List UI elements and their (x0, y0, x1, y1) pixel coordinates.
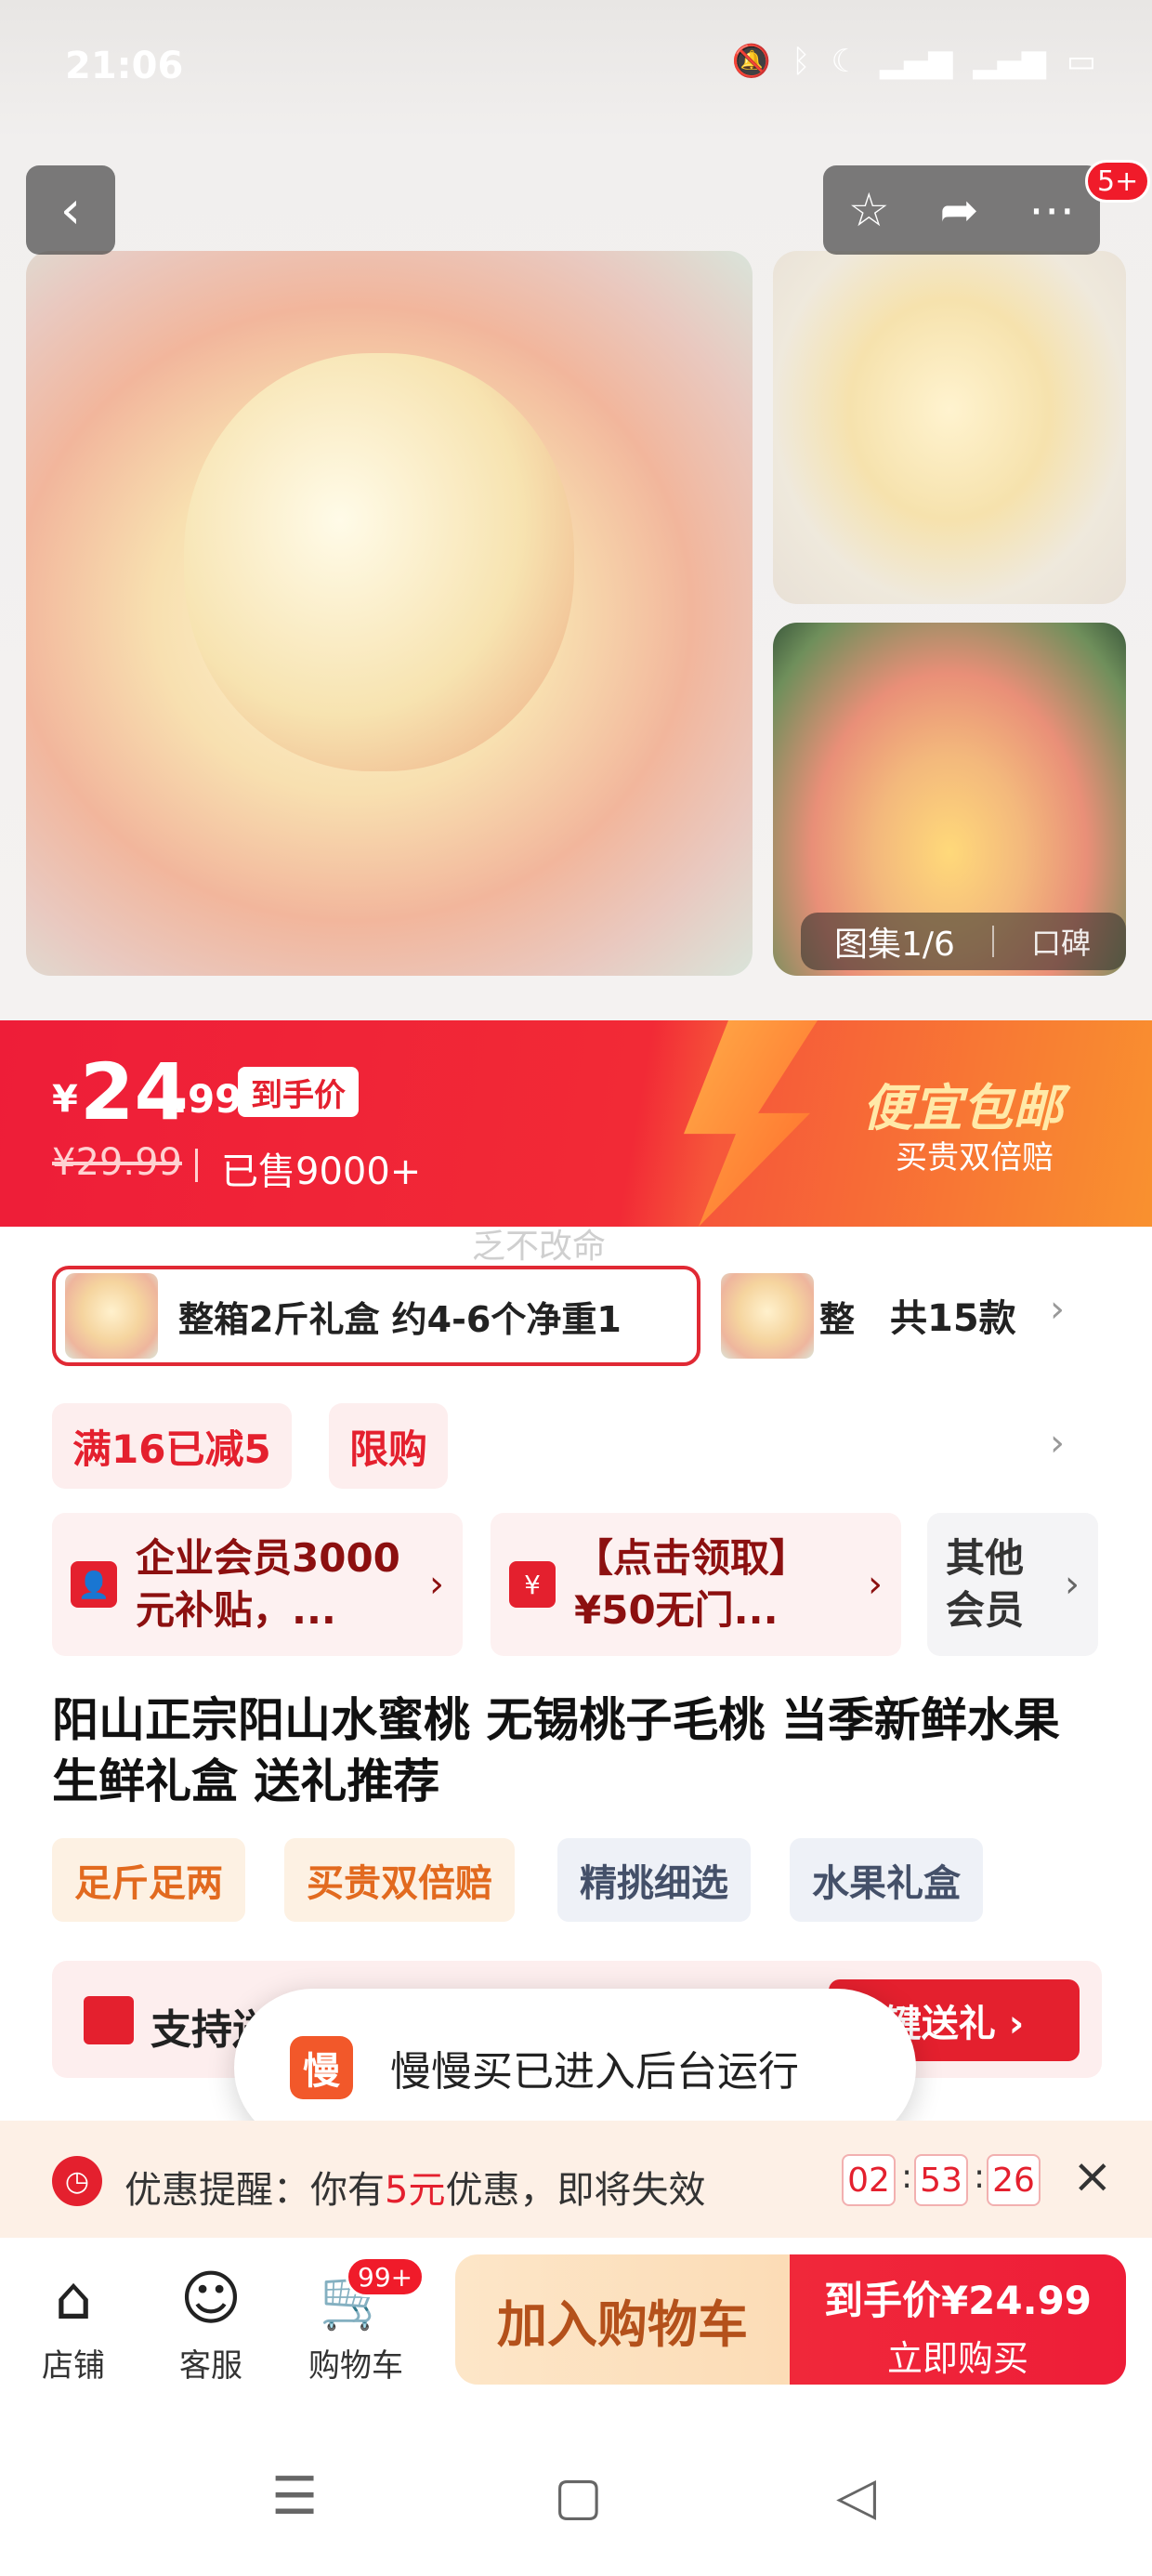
feature-tag: 买贵双倍赔 (284, 1838, 515, 1922)
more-icon[interactable]: ⋯ (1028, 183, 1075, 237)
system-nav-bar: ☰ ▢ ◁ (0, 2414, 1152, 2576)
benefit-other[interactable]: 其他会员 › (927, 1513, 1098, 1656)
price-decimal: .99 (173, 1076, 242, 1122)
chevron-right-icon[interactable]: › (1050, 1288, 1065, 1331)
original-price: ¥29.99 (52, 1141, 182, 1184)
app-icon: 慢 (290, 2036, 353, 2099)
coupon-icon: ¥ (509, 1561, 556, 1608)
bluetooth-icon: ᛒ (792, 43, 811, 80)
sku-option-label: 整箱2斤礼盒 约4-6个净重1 (178, 1298, 622, 1340)
reminder-suffix: 优惠，即将失效 (445, 2169, 706, 2212)
product-side-image-1[interactable] (773, 251, 1126, 604)
sku-selector: 整箱2斤礼盒 约4-6个净重1 整 共15款 › (52, 1266, 1102, 1368)
reminder-text: 优惠提醒：你有5元优惠，即将失效 (124, 2160, 705, 2214)
countdown-seconds: 26 (987, 2154, 1041, 2206)
discount-reminder: ◷ 优惠提醒：你有5元优惠，即将失效 02 : 53 : 26 × (0, 2121, 1152, 2238)
benefit-coupon[interactable]: ¥ 【点击领取】¥50无门... › (491, 1513, 901, 1656)
feature-tag: 足斤足两 (52, 1838, 245, 1922)
person-icon: 👤 (71, 1561, 117, 1608)
status-time: 21:06 (65, 45, 184, 87)
shop-label: 店铺 (42, 2347, 105, 2385)
lightning-icon (684, 1020, 818, 1227)
service-button[interactable]: ☺ 客服 (151, 2264, 271, 2385)
clock-icon: ◷ (52, 2156, 102, 2206)
discount-chip[interactable]: 满16已减5 (52, 1403, 292, 1489)
sku-option-selected[interactable]: 整箱2斤礼盒 约4-6个净重1 (52, 1266, 700, 1366)
share-icon[interactable]: ➦ (939, 183, 978, 237)
benefit-text: 【点击领取】¥50无门... (574, 1535, 809, 1633)
menu-icon[interactable]: ☰ (271, 2466, 318, 2527)
reminder-prefix: 优惠提醒：你有 (124, 2169, 385, 2212)
sku-option-label: 整 (819, 1298, 856, 1340)
gift-icon (84, 1996, 134, 2044)
chat-icon: ☺ (179, 2265, 242, 2333)
cart-count-badge: 99+ (346, 2256, 425, 2297)
toast-message: 慢慢买已进入后台运行 (390, 2048, 799, 2096)
watermark: 乏不改命 (472, 1228, 607, 1266)
feature-tag: 水果礼盒 (790, 1838, 983, 1922)
review-label[interactable]: 口碑 (1031, 920, 1091, 963)
back-icon[interactable]: ◁ (836, 2466, 876, 2527)
sku-thumbnail (721, 1273, 814, 1359)
chevron-right-icon: › (868, 1563, 883, 1606)
sku-option[interactable]: 整 (721, 1273, 860, 1359)
sku-count[interactable]: 共15款 (890, 1288, 1016, 1342)
chevron-right-icon[interactable]: › (1050, 1422, 1065, 1465)
chevron-right-icon: › (429, 1563, 444, 1606)
moon-icon: ☾ (831, 43, 859, 80)
buy-price-label: 到手价¥24.99 (823, 2278, 1093, 2323)
product-main-image[interactable] (26, 251, 753, 976)
promo-title: 便宜包邮 (862, 1079, 1063, 1137)
message-badge: 5+ (1085, 160, 1151, 203)
shop-button[interactable]: ⌂ 店铺 (13, 2264, 134, 2385)
product-title: 阳山正宗阳山水蜜桃 无锡桃子毛桃 当季新鲜水果生鲜礼盒 送礼推荐 (52, 1693, 1060, 1808)
feature-tag: 精挑细选 (557, 1838, 751, 1922)
price-currency: ¥ (52, 1078, 78, 1121)
buy-now-button[interactable]: 到手价¥24.99 立即购买 (790, 2254, 1126, 2385)
divider (195, 1149, 198, 1182)
benefit-text: 企业会员3000元补贴，... (136, 1535, 400, 1633)
gallery-counter[interactable]: 图集1/6 口碑 (801, 913, 1126, 970)
sku-thumbnail (65, 1273, 158, 1359)
buy-now-label: 立即购买 (886, 2338, 1028, 2379)
countdown-hours: 02 (842, 2154, 896, 2206)
countdown-minutes: 53 (914, 2154, 968, 2206)
close-icon[interactable]: × (1072, 2149, 1113, 2204)
status-icons: 🔕 ᛒ ☾ ▂▄▆ ▂▄▆ ▭ (732, 43, 1096, 80)
chevron-right-icon: › (1065, 1563, 1080, 1606)
gallery-counter-label: 图集1/6 (834, 926, 955, 964)
back-button[interactable]: ‹ (26, 165, 115, 255)
product-gallery: 图集1/6 口碑 (0, 139, 1152, 1022)
sold-count: 已售9000+ (221, 1150, 422, 1193)
divider (991, 926, 994, 957)
cart-label: 购物车 (308, 2347, 403, 2385)
limit-chip[interactable]: 限购 (329, 1403, 449, 1489)
countdown-separator: : (974, 2158, 986, 2196)
countdown-separator: : (901, 2158, 913, 2196)
home-icon[interactable]: ▢ (554, 2466, 603, 2527)
chevron-left-icon: ‹ (59, 179, 82, 241)
final-price-tag: 到手价 (238, 1067, 359, 1117)
mute-icon: 🔕 (731, 43, 772, 80)
bottom-action-bar: ⌂ 店铺 ☺ 客服 🛒 购物车 99+ 加入购物车 到手价¥24.99 立即购买 (0, 2238, 1152, 2414)
promo-subtitle: 买贵双倍赔 (896, 1139, 1054, 1176)
signal-5g-icon: ▂▄▆ (973, 43, 1046, 80)
reminder-amount: 5元 (385, 2169, 446, 2212)
shop-icon: ⌂ (54, 2265, 93, 2333)
service-label: 客服 (179, 2347, 242, 2385)
star-icon[interactable]: ☆ (848, 183, 890, 237)
battery-icon: ▭ (1066, 43, 1096, 80)
benefit-enterprise[interactable]: 👤 企业会员3000元补贴，... › (52, 1513, 463, 1656)
signal-5g-icon: ▂▄▆ (879, 43, 953, 80)
benefit-text: 其他会员 (946, 1535, 1025, 1633)
top-actions: ☆ ➦ ⋯ (823, 165, 1100, 255)
status-bar: 21:06 🔕 ᛒ ☾ ▂▄▆ ▂▄▆ ▭ (0, 0, 1152, 139)
add-to-cart-button[interactable]: 加入购物车 (455, 2254, 790, 2385)
